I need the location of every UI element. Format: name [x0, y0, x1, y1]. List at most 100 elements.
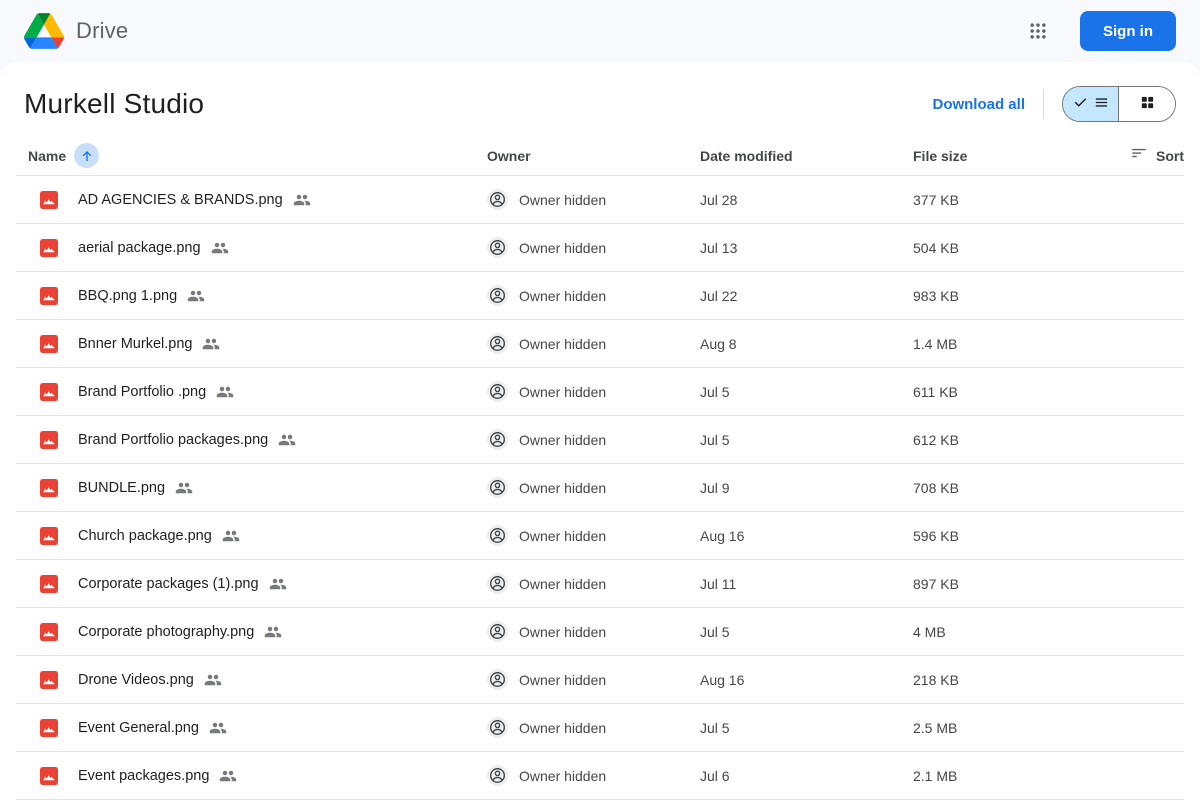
- shared-people-icon: [269, 575, 287, 593]
- sort-ascending-arrow-icon[interactable]: [74, 143, 100, 168]
- image-file-icon: [40, 526, 58, 545]
- table-row[interactable]: AD AGENCIES & BRANDS.png Owner hidden Ju…: [16, 176, 1184, 224]
- person-circle-icon: [487, 573, 508, 594]
- grid-view-button[interactable]: [1119, 87, 1175, 121]
- person-circle-icon: [487, 621, 508, 642]
- table-row[interactable]: Bnner Murkel.png Owner hidden Aug 8 1.4 …: [16, 320, 1184, 368]
- file-size: 983 KB: [913, 287, 959, 304]
- app-name: Drive: [76, 18, 129, 43]
- owner-label: Owner hidden: [519, 623, 607, 640]
- shared-people-icon: [211, 239, 229, 257]
- file-size: 218 KB: [913, 671, 959, 688]
- sort-button[interactable]: Sort: [1103, 144, 1184, 167]
- content-panel: Murkell Studio Download all Name Owner D…: [0, 62, 1200, 800]
- table-row[interactable]: aerial package.png Owner hidden Jul 13 5…: [16, 224, 1184, 272]
- page-title: Murkell Studio: [24, 88, 205, 119]
- person-circle-icon: [487, 525, 508, 546]
- date-modified: Aug 8: [700, 335, 737, 352]
- shared-people-icon: [202, 335, 220, 353]
- file-size: 377 KB: [913, 191, 959, 208]
- file-name: Church package.png: [78, 527, 212, 544]
- table-row[interactable]: BBQ.png 1.png Owner hidden Jul 22 983 KB: [16, 272, 1184, 320]
- date-modified: Jul 5: [700, 431, 730, 448]
- table-row[interactable]: Church package.png Owner hidden Aug 16 5…: [16, 512, 1184, 560]
- date-modified: Aug 16: [700, 527, 745, 544]
- owner-label: Owner hidden: [519, 287, 607, 304]
- file-name: Corporate photography.png: [78, 623, 255, 640]
- sort-lines-icon: [1130, 144, 1148, 167]
- table-row[interactable]: Event General.png Owner hidden Jul 5 2.5…: [16, 704, 1184, 752]
- image-file-icon: [40, 430, 58, 449]
- owner-label: Owner hidden: [519, 527, 607, 544]
- download-all-link[interactable]: Download all: [932, 96, 1025, 113]
- owner-label: Owner hidden: [519, 671, 607, 688]
- divider: [1043, 89, 1044, 119]
- shared-people-icon: [175, 479, 193, 497]
- table-row[interactable]: Corporate packages (1).png Owner hidden …: [16, 560, 1184, 608]
- owner-label: Owner hidden: [519, 335, 607, 352]
- file-name: Brand Portfolio .png: [78, 383, 207, 400]
- column-header-owner[interactable]: Owner: [487, 148, 700, 164]
- shared-people-icon: [264, 623, 282, 641]
- owner-label: Owner hidden: [519, 239, 607, 256]
- image-file-icon: [40, 238, 58, 257]
- table-row[interactable]: Drone Videos.png Owner hidden Aug 16 218…: [16, 656, 1184, 704]
- shared-people-icon: [219, 767, 237, 785]
- owner-label: Owner hidden: [519, 767, 607, 784]
- grid-icon: [1139, 94, 1156, 114]
- file-name: Drone Videos.png: [78, 671, 194, 688]
- shared-people-icon: [278, 431, 296, 449]
- column-header-date-modified[interactable]: Date modified: [700, 148, 913, 164]
- image-file-icon: [40, 286, 58, 305]
- file-size: 611 KB: [913, 383, 958, 400]
- file-size: 2.5 MB: [913, 719, 958, 736]
- file-table: Name Owner Date modified File size Sort: [0, 136, 1200, 800]
- column-header-name[interactable]: Name: [28, 148, 66, 164]
- table-row[interactable]: Brand Portfolio .png Owner hidden Jul 5 …: [16, 368, 1184, 416]
- topbar: Drive Sign in: [0, 0, 1200, 62]
- table-row[interactable]: Brand Portfolio packages.png Owner hidde…: [16, 416, 1184, 464]
- date-modified: Jul 22: [700, 287, 738, 304]
- person-circle-icon: [487, 333, 508, 354]
- file-name: Corporate packages (1).png: [78, 575, 259, 592]
- person-circle-icon: [487, 381, 508, 402]
- file-size: 1.4 MB: [913, 335, 958, 352]
- file-name: Bnner Murkel.png: [78, 335, 193, 352]
- file-size: 708 KB: [913, 479, 959, 496]
- date-modified: Jul 5: [700, 383, 730, 400]
- image-file-icon: [40, 718, 58, 737]
- shared-people-icon: [293, 191, 311, 209]
- table-row[interactable]: BUNDLE.png Owner hidden Jul 9 708 KB: [16, 464, 1184, 512]
- owner-label: Owner hidden: [519, 719, 607, 736]
- apps-grid-icon[interactable]: [1018, 11, 1058, 51]
- file-table-body: AD AGENCIES & BRANDS.png Owner hidden Ju…: [16, 176, 1184, 800]
- file-name: BBQ.png 1.png: [78, 287, 178, 304]
- person-circle-icon: [487, 717, 508, 738]
- sort-label: Sort: [1156, 147, 1184, 164]
- file-name: AD AGENCIES & BRANDS.png: [78, 191, 283, 208]
- sign-in-button[interactable]: Sign in: [1080, 11, 1176, 51]
- drive-logo-icon: [24, 13, 64, 49]
- shared-people-icon: [187, 287, 205, 305]
- file-size: 504 KB: [913, 239, 959, 256]
- shared-people-icon: [209, 719, 227, 737]
- file-name: BUNDLE.png: [78, 479, 166, 496]
- date-modified: Jul 6: [700, 767, 730, 784]
- column-header-file-size[interactable]: File size: [913, 148, 1103, 164]
- table-row[interactable]: Corporate photography.png Owner hidden J…: [16, 608, 1184, 656]
- owner-label: Owner hidden: [519, 383, 607, 400]
- person-circle-icon: [487, 237, 508, 258]
- file-size: 612 KB: [913, 431, 959, 448]
- shared-people-icon: [216, 383, 234, 401]
- shared-people-icon: [222, 527, 240, 545]
- file-name: Event General.png: [78, 719, 199, 736]
- owner-label: Owner hidden: [519, 479, 607, 496]
- list-view-button[interactable]: [1063, 87, 1119, 121]
- drive-brand[interactable]: Drive: [24, 13, 128, 49]
- person-circle-icon: [487, 477, 508, 498]
- image-file-icon: [40, 670, 58, 689]
- file-name: Brand Portfolio packages.png: [78, 431, 269, 448]
- image-file-icon: [40, 382, 58, 401]
- table-header: Name Owner Date modified File size Sort: [16, 136, 1184, 176]
- table-row[interactable]: Event packages.png Owner hidden Jul 6 2.…: [16, 752, 1184, 800]
